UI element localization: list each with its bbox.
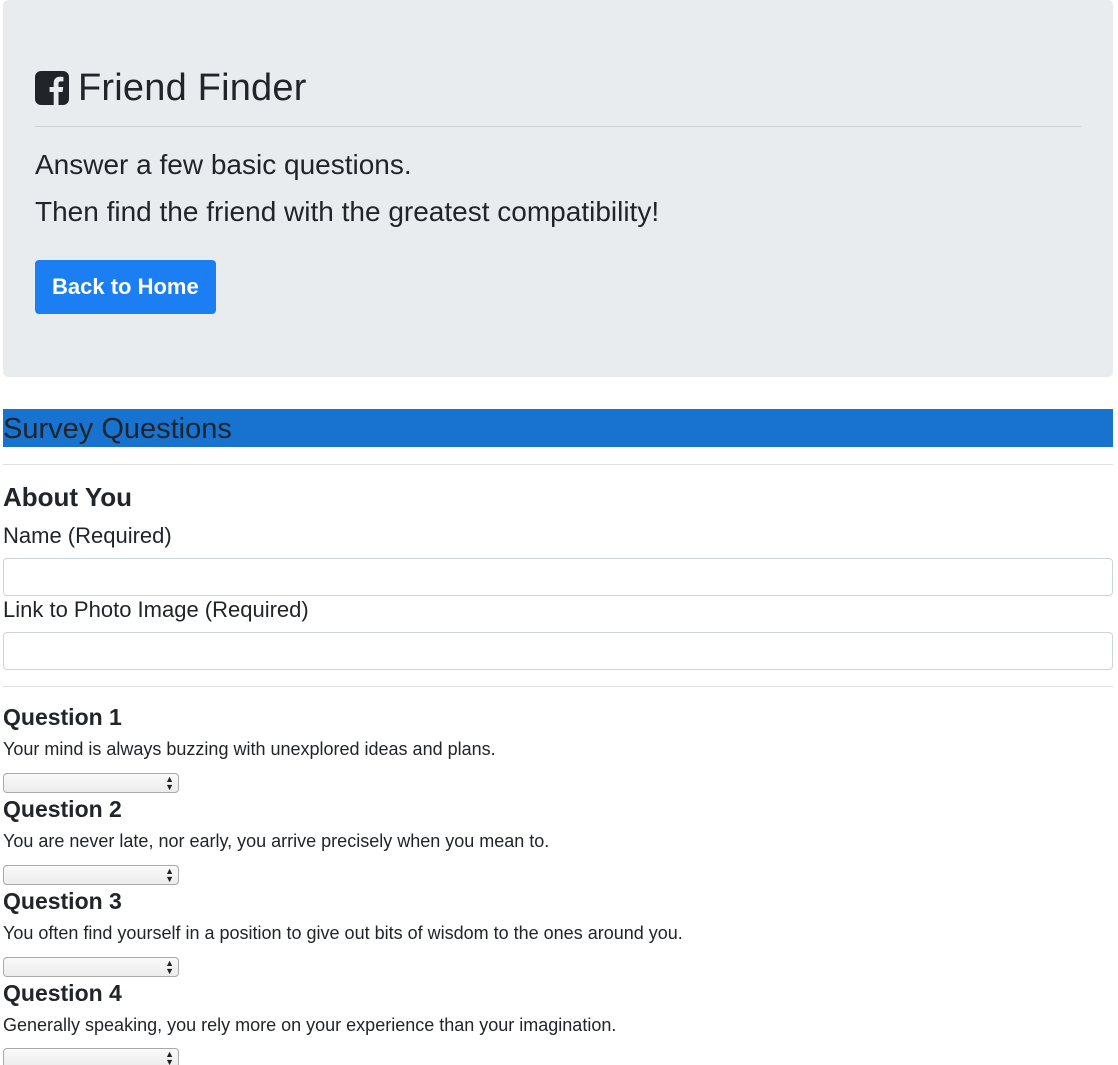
question-1-select[interactable]: ▲ ▼	[3, 773, 179, 793]
jumbotron-header: Friend Finder Answer a few basic questio…	[3, 0, 1113, 377]
jumbotron-divider	[35, 126, 1081, 127]
brand: Friend Finder	[35, 64, 1081, 112]
lead-line-2: Then find the friend with the greatest c…	[35, 196, 660, 227]
lead-text: Answer a few basic questions. Then find …	[35, 141, 1081, 235]
name-input[interactable]	[3, 558, 1113, 596]
back-to-home-button[interactable]: Back to Home	[35, 260, 216, 314]
photo-label: Link to Photo Image (Required)	[3, 597, 309, 622]
question-4-select[interactable]: ▲ ▼	[3, 1048, 179, 1065]
question-3-title: Question 3	[3, 888, 122, 914]
page-container: Friend Finder Answer a few basic questio…	[3, 0, 1113, 1065]
facebook-square-icon	[35, 71, 69, 105]
question-1-text: Your mind is always buzzing with unexplo…	[3, 739, 496, 759]
name-label: Name (Required)	[3, 523, 172, 548]
question-2-select[interactable]: ▲ ▼	[3, 865, 179, 885]
divider	[3, 686, 1113, 687]
select-arrows-icon: ▲ ▼	[165, 958, 174, 976]
question-4-title: Question 4	[3, 980, 122, 1006]
divider	[3, 464, 1113, 465]
select-arrows-icon: ▲ ▼	[165, 866, 174, 884]
lead-line-1: Answer a few basic questions.	[35, 149, 412, 180]
question-2-title: Question 2	[3, 796, 122, 822]
select-arrows-icon: ▲ ▼	[165, 1049, 174, 1065]
question-3-select[interactable]: ▲ ▼	[3, 957, 179, 977]
question-4-text: Generally speaking, you rely more on you…	[3, 1015, 617, 1035]
photo-link-input[interactable]	[3, 632, 1113, 670]
page-title: Friend Finder	[78, 66, 307, 109]
question-3-text: You often find yourself in a position to…	[3, 923, 683, 943]
question-1-title: Question 1	[3, 704, 122, 730]
about-you-heading: About You	[3, 482, 133, 512]
survey-heading: Survey Questions	[3, 409, 1113, 447]
question-2-text: You are never late, nor early, you arriv…	[3, 831, 550, 851]
select-arrows-icon: ▲ ▼	[165, 774, 174, 792]
